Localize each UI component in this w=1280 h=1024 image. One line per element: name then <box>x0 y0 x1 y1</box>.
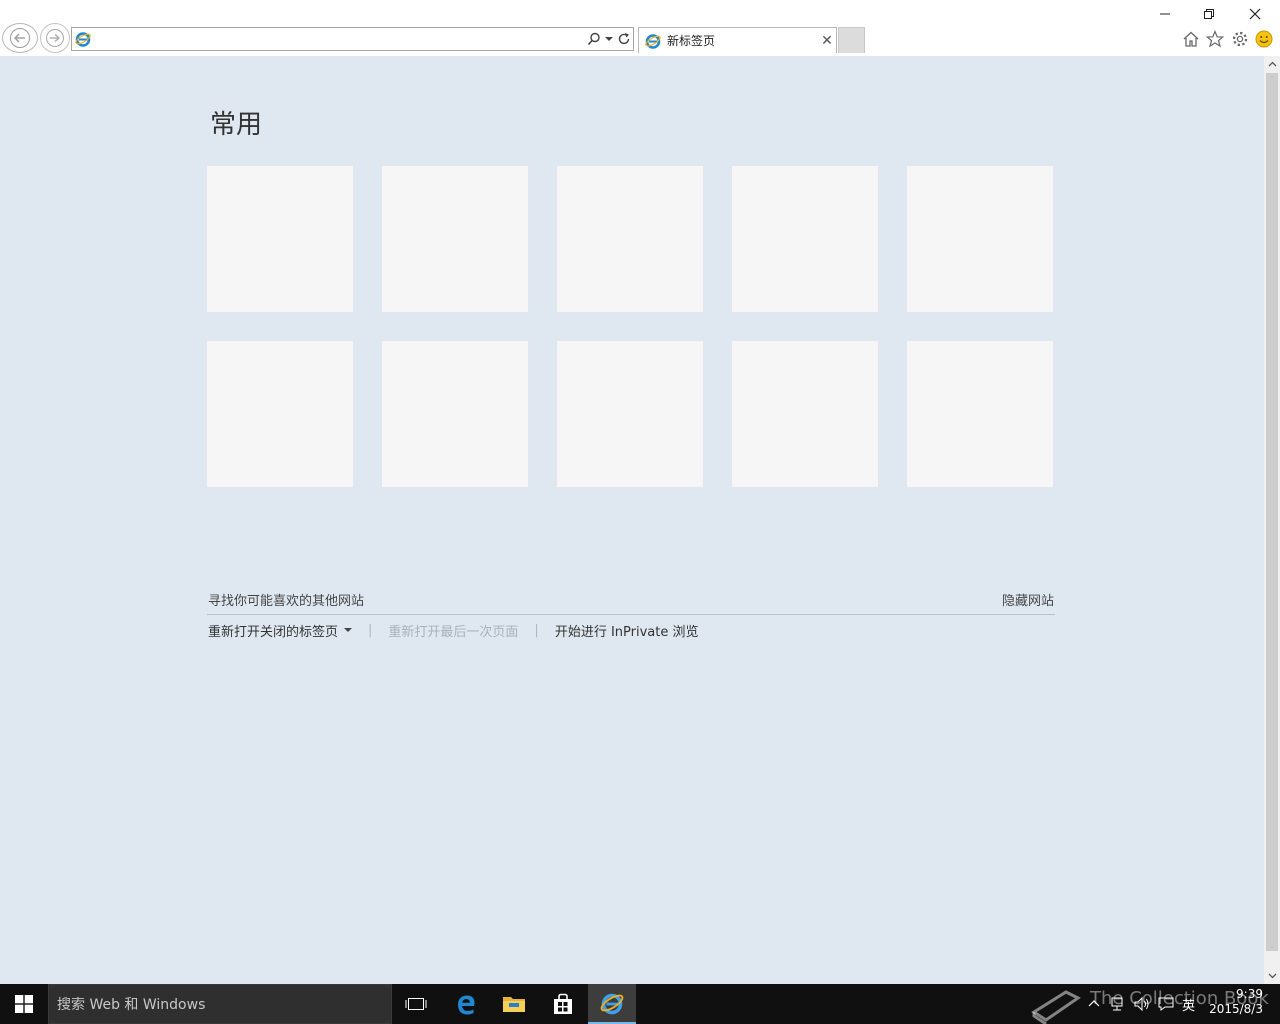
frequent-site-tile-7[interactable] <box>381 340 529 488</box>
refresh-icon[interactable] <box>615 29 633 49</box>
frequent-site-tile-2[interactable] <box>381 165 529 313</box>
new-tab-page: 常用 寻找你可能喜欢的其他网站 隐藏网站 重新打开关闭的标签页 | 重新打开最后… <box>0 56 1264 984</box>
start-inprivate-link[interactable]: 开始进行 InPrivate 浏览 <box>555 621 699 640</box>
forward-button[interactable] <box>40 23 70 53</box>
taskbar: 搜索 Web 和 Windows The Collection Book 英 9… <box>0 984 1280 1024</box>
clock-date: 2015/8/3 <box>1209 1002 1263 1016</box>
settings-gear-icon[interactable] <box>1229 28 1251 50</box>
windows-logo-icon <box>15 995 33 1013</box>
task-view-button[interactable] <box>392 984 440 1024</box>
favorites-star-icon[interactable] <box>1204 28 1226 50</box>
file-explorer-button[interactable] <box>490 984 538 1024</box>
ie-logo-icon <box>639 33 663 49</box>
frequent-site-tile-5[interactable] <box>906 165 1054 313</box>
show-hidden-icons-chevron-icon[interactable] <box>1088 998 1100 1008</box>
home-icon[interactable] <box>1180 28 1202 50</box>
frequent-site-tile-6[interactable] <box>206 340 354 488</box>
reopen-closed-tabs-link[interactable]: 重新打开关闭的标签页 <box>208 621 338 640</box>
close-window-button[interactable] <box>1232 0 1278 28</box>
minimize-icon <box>1160 13 1170 15</box>
separator: | <box>368 622 373 638</box>
find-more-sites-link[interactable]: 寻找你可能喜欢的其他网站 <box>208 590 364 609</box>
internet-explorer-app-button[interactable] <box>588 984 636 1024</box>
volume-icon[interactable] <box>1133 996 1151 1012</box>
reopen-last-session-link: 重新打开最后一次页面 <box>388 624 519 640</box>
scroll-down-button[interactable] <box>1264 968 1280 984</box>
feedback-smiley-icon[interactable] <box>1253 28 1275 50</box>
frequent-site-tile-9[interactable] <box>731 340 879 488</box>
clock[interactable]: 9:39 2015/8/3 <box>1209 987 1263 1017</box>
taskbar-search-box[interactable]: 搜索 Web 和 Windows <box>48 984 392 1024</box>
frequent-site-tile-3[interactable] <box>556 165 704 313</box>
search-icon[interactable] <box>585 29 603 49</box>
back-arrow-icon <box>10 28 30 48</box>
frequent-site-tile-10[interactable] <box>906 340 1054 488</box>
frequent-site-tile-1[interactable] <box>206 165 354 313</box>
back-button[interactable] <box>2 23 38 53</box>
file-explorer-icon <box>503 997 525 1012</box>
close-icon <box>1249 8 1261 20</box>
start-button[interactable] <box>0 984 48 1024</box>
ie-logo-icon <box>72 31 94 47</box>
task-view-icon <box>405 998 427 1010</box>
divider <box>207 614 1055 615</box>
frequent-site-tile-4[interactable] <box>731 165 879 313</box>
restore-button[interactable] <box>1186 0 1232 28</box>
edge-icon <box>458 995 475 1015</box>
clock-time: 9:39 <box>1236 987 1263 1001</box>
store-icon <box>554 993 572 1014</box>
store-app-button[interactable] <box>539 984 587 1024</box>
address-bar[interactable] <box>71 27 634 51</box>
restore-icon <box>1204 9 1214 19</box>
book-watermark-icon <box>1031 990 1081 1024</box>
tab-title: 新标签页 <box>667 34 716 48</box>
ie-logo-icon <box>600 993 624 1015</box>
separator: | <box>534 622 539 638</box>
bottom-links: 重新打开关闭的标签页 | 重新打开最后一次页面 | 开始进行 InPrivate… <box>208 621 699 640</box>
network-icon[interactable] <box>1110 996 1126 1012</box>
scroll-up-button[interactable] <box>1264 56 1280 72</box>
chevron-down-icon <box>1268 973 1276 979</box>
frequent-site-tile-8[interactable] <box>556 340 704 488</box>
browser-chrome: 新标签页 ✕ <box>0 0 1280 56</box>
search-placeholder: 搜索 Web 和 Windows <box>57 997 206 1013</box>
ime-indicator[interactable]: 英 <box>1182 995 1195 1014</box>
forward-arrow-icon <box>46 29 64 47</box>
tab-new-tab[interactable]: 新标签页 ✕ <box>638 27 837 53</box>
chevron-up-icon <box>1268 61 1276 67</box>
chevron-down-icon[interactable] <box>344 627 353 633</box>
scroll-thumb[interactable] <box>1266 73 1278 951</box>
edge-app-button[interactable] <box>442 984 490 1024</box>
new-tab-button[interactable] <box>838 27 865 53</box>
hide-sites-link[interactable]: 隐藏网站 <box>1002 590 1054 609</box>
vertical-scrollbar[interactable] <box>1264 56 1280 984</box>
minimize-button[interactable] <box>1142 0 1188 28</box>
dropdown-icon[interactable] <box>603 29 615 49</box>
tab-close-button[interactable]: ✕ <box>818 33 836 49</box>
page-title: 常用 <box>210 110 263 140</box>
notifications-icon[interactable] <box>1157 996 1175 1012</box>
address-input[interactable] <box>94 29 585 49</box>
